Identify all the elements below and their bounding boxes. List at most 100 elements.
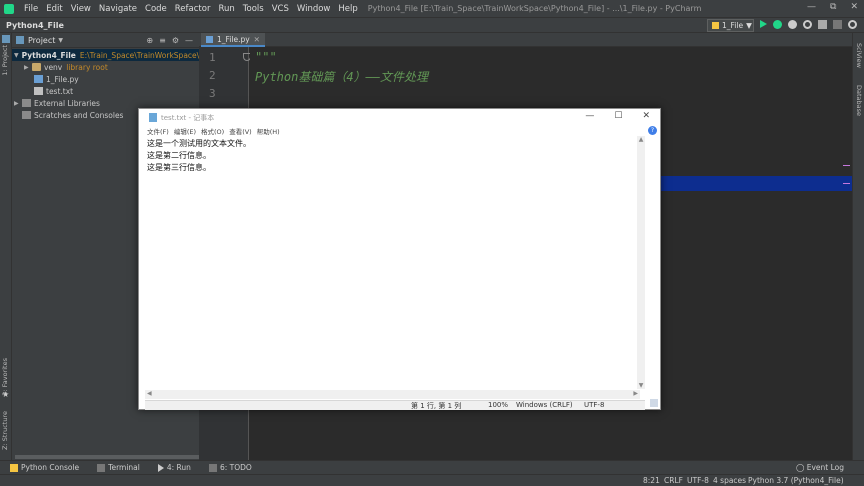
terminal-tab[interactable]: Terminal: [97, 463, 140, 472]
menu-window[interactable]: Window: [293, 4, 335, 14]
hide-icon[interactable]: —: [185, 36, 193, 45]
python-console-icon: [10, 463, 18, 472]
stop-icon[interactable]: [833, 20, 842, 29]
notepad-menu-format[interactable]: 格式(O): [201, 126, 224, 136]
python-file-icon: [34, 75, 43, 83]
tab-label: 1_File.py: [217, 34, 250, 44]
database-tool-tab[interactable]: Database: [855, 85, 863, 116]
gear-icon[interactable]: ⚙: [172, 36, 179, 45]
status-bar: 8:21 CRLF UTF-8 4 spaces Python 3.7 (Pyt…: [0, 474, 864, 486]
tree-item-test-txt[interactable]: test.txt: [12, 85, 199, 97]
menu-view[interactable]: View: [67, 4, 95, 14]
collapse-all-icon[interactable]: ≡: [159, 36, 166, 45]
indent-setting[interactable]: 4 spaces: [713, 476, 746, 485]
breadcrumb-project[interactable]: Python4_File: [6, 21, 64, 30]
file-encoding[interactable]: UTF-8: [687, 476, 709, 485]
minimize-icon[interactable]: —: [585, 111, 594, 121]
notepad-icon: [149, 113, 157, 122]
event-log-label: Event Log: [806, 463, 844, 472]
text-line: 这是第二行信息。: [147, 151, 211, 160]
line-number: 3: [209, 87, 216, 100]
restore-icon[interactable]: ⧉: [830, 2, 836, 12]
close-icon[interactable]: ✕: [850, 2, 858, 12]
scroll-up-icon[interactable]: ▲: [637, 136, 645, 143]
menu-file[interactable]: File: [20, 4, 42, 14]
code-line-1[interactable]: """: [255, 50, 277, 64]
run-tab[interactable]: 4: Run: [157, 463, 191, 472]
project-horizontal-scrollbar[interactable]: [15, 455, 199, 459]
scroll-left-icon[interactable]: ◀: [147, 390, 152, 397]
error-stripe-mark[interactable]: [843, 183, 850, 184]
notepad-status-bar: 第 1 行, 第 1 列 100% Windows (CRLF) UTF-8: [145, 400, 645, 410]
tab-1-file-py[interactable]: 1_File.py ✕: [201, 33, 265, 47]
notepad-menu-help[interactable]: 帮助(H): [257, 126, 280, 136]
library-root-hint: library root: [66, 62, 108, 72]
search-everywhere-icon[interactable]: [848, 20, 857, 29]
project-view-select[interactable]: Project: [28, 36, 55, 45]
notepad-vertical-scrollbar[interactable]: ▲ ▼: [637, 136, 645, 389]
menu-help[interactable]: Help: [334, 4, 361, 14]
maximize-icon[interactable]: ☐: [614, 111, 622, 121]
bottom-tool-bar: Python Console Terminal 4: Run 6: TODO ◯…: [0, 460, 864, 474]
project-tool-tab[interactable]: 1: Project: [1, 45, 9, 76]
notepad-title-bar[interactable]: test.txt - 记事本 — ☐ ✕: [139, 109, 660, 126]
tree-item-1-file-py[interactable]: 1_File.py: [12, 73, 199, 85]
collapse-arrow-icon[interactable]: ▶: [14, 100, 22, 107]
expand-arrow-icon[interactable]: ▼: [14, 52, 19, 59]
menu-tools[interactable]: Tools: [239, 4, 268, 14]
folder-icon: [32, 63, 41, 71]
menu-edit[interactable]: Edit: [42, 4, 66, 14]
line-separator[interactable]: CRLF: [664, 476, 683, 485]
caret-position[interactable]: 8:21: [643, 476, 660, 485]
tree-item-project-root[interactable]: ▼ Python4_File E:\Train_Space\TrainWorkS…: [12, 49, 199, 61]
chevron-down-icon[interactable]: ▼: [58, 37, 63, 44]
todo-tab[interactable]: 6: TODO: [208, 463, 252, 472]
notepad-text-area[interactable]: 这是一个测试用的文本文件。 这是第二行信息。 这是第三行信息。: [145, 138, 645, 391]
tree-item-label: Scratches and Consoles: [34, 110, 124, 120]
menu-refactor[interactable]: Refactor: [171, 4, 215, 14]
tree-item-label: test.txt: [46, 86, 74, 96]
python-console-tab[interactable]: Python Console: [10, 463, 79, 472]
collapse-arrow-icon[interactable]: ▶: [24, 64, 32, 71]
notepad-menu-file[interactable]: 文件(F): [147, 126, 169, 136]
coverage-icon[interactable]: [788, 20, 797, 29]
help-icon[interactable]: ?: [648, 126, 657, 135]
tree-item-path: E:\Train_Space\TrainWorkSpace\Pyt: [79, 50, 199, 60]
close-tab-icon[interactable]: ✕: [254, 35, 260, 44]
window-controls: — ⧉ ✕: [807, 2, 858, 12]
text-file-icon: [34, 87, 43, 95]
menu-vcs[interactable]: VCS: [268, 4, 293, 14]
debug-icon[interactable]: [773, 20, 782, 29]
text-line: 这是一个测试用的文本文件。: [147, 139, 251, 148]
close-icon[interactable]: ✕: [642, 111, 650, 121]
sciview-tool-tab[interactable]: SciView: [855, 43, 863, 68]
project-tool-icon[interactable]: [2, 35, 10, 43]
menu-run[interactable]: Run: [214, 4, 238, 14]
line-ending: Windows (CRLF): [516, 401, 573, 409]
minimize-icon[interactable]: —: [807, 2, 816, 12]
notepad-menu-edit[interactable]: 编辑(E): [174, 126, 196, 136]
cursor-position: 第 1 行, 第 1 列: [411, 402, 462, 410]
locate-icon[interactable]: ⊕: [146, 36, 153, 45]
tree-item-venv[interactable]: ▶ venv library root: [12, 61, 199, 73]
profile-icon[interactable]: [803, 20, 812, 29]
code-line-2[interactable]: Python基础篇（4）——文件处理: [255, 68, 428, 85]
menu-code[interactable]: Code: [141, 4, 171, 14]
event-log-tab[interactable]: ◯ Event Log: [796, 463, 844, 472]
encoding: UTF-8: [584, 401, 605, 409]
scroll-down-icon[interactable]: ▼: [637, 382, 645, 389]
menu-navigate[interactable]: Navigate: [95, 4, 141, 14]
line-number: 1: [209, 51, 216, 64]
notepad-horizontal-scrollbar[interactable]: ◀ ▶: [145, 390, 640, 399]
run-icon[interactable]: [760, 20, 767, 28]
notepad-menu-view[interactable]: 查看(V): [229, 126, 252, 136]
python-interpreter[interactable]: Python 3.7 (Python4_File): [748, 476, 844, 485]
scroll-right-icon[interactable]: ▶: [633, 390, 638, 397]
structure-tool-tab[interactable]: Z: Structure: [1, 411, 9, 450]
run-config-select[interactable]: 1_File ▼: [707, 19, 754, 32]
concurrency-icon[interactable]: [818, 20, 827, 29]
right-tool-strip: SciView Database: [852, 33, 864, 460]
error-stripe-mark[interactable]: [843, 165, 850, 166]
library-icon: [22, 99, 31, 107]
resize-grip-icon[interactable]: [650, 399, 658, 407]
